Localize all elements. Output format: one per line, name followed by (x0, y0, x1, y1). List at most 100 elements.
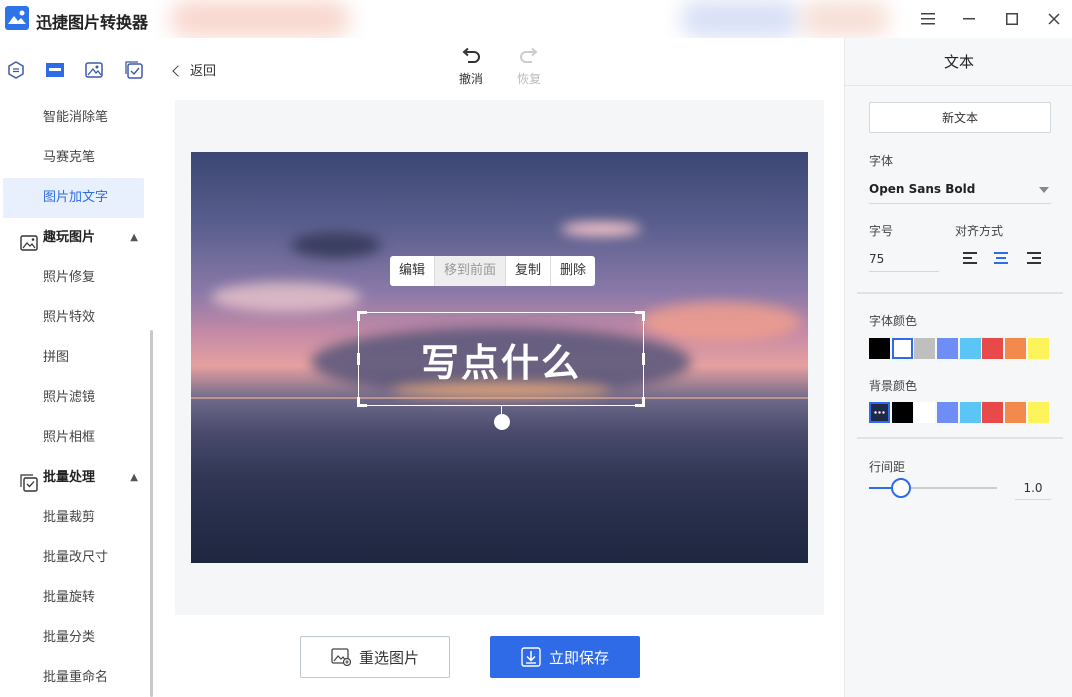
resize-handle[interactable] (357, 311, 367, 321)
new-text-button[interactable]: 新文本 (869, 102, 1051, 133)
align-left-icon[interactable] (963, 252, 979, 266)
font-color-swatch-blue[interactable] (937, 338, 959, 359)
maximize-icon[interactable] (1001, 8, 1023, 30)
app-title: 迅捷图片转换器 (36, 13, 149, 32)
line-spacing-value[interactable]: 1.0 (1015, 476, 1051, 500)
line-spacing-slider-handle[interactable] (891, 478, 911, 498)
picture-icon[interactable] (84, 60, 104, 80)
sidebar-tool-icons (0, 38, 154, 102)
sidebar-item-batch-rotate[interactable]: 批量旋转 (3, 578, 144, 618)
chevron-down-icon (1039, 187, 1049, 193)
batch-check-icon[interactable] (124, 60, 144, 80)
sidebar-item-batch-rename[interactable]: 批量重命名 (3, 658, 144, 697)
download-icon (521, 647, 541, 667)
sidebar-group-fun-images[interactable]: 趣玩图片 ▲ (0, 218, 150, 258)
image-edit-icon[interactable] (45, 60, 65, 80)
rotate-handle[interactable] (494, 414, 510, 430)
bg-color-label: 背景颜色 (869, 379, 918, 393)
minimize-icon[interactable] (958, 8, 980, 30)
bg-color-swatches (869, 402, 1051, 423)
save-label: 立即保存 (548, 648, 609, 667)
more-colors-icon[interactable] (869, 402, 890, 423)
blurred-region (170, 0, 350, 38)
redo-icon (520, 48, 538, 63)
sidebar-item-smart-eraser[interactable]: 智能消除笔 (3, 98, 144, 138)
sidebar-item-batch-classify[interactable]: 批量分类 (3, 618, 144, 658)
chevron-up-icon: ▲ (130, 472, 138, 483)
font-size-label: 字号 (869, 224, 894, 238)
title-bar: 迅捷图片转换器 (0, 0, 1072, 38)
reselect-image-button[interactable]: 重选图片 (300, 636, 450, 678)
font-color-swatch-white[interactable] (891, 338, 913, 359)
batch-icon (20, 469, 38, 492)
sidebar-item-batch-resize[interactable]: 批量改尺寸 (3, 538, 144, 578)
sidebar: 智能消除笔 马赛克笔 图片加文字 趣玩图片 ▲ 照片修复 照片特效 拼图 照片滤… (0, 38, 154, 697)
sidebar-item-collage[interactable]: 拼图 (3, 338, 144, 378)
resize-handle[interactable] (357, 353, 360, 365)
photo-cloud (291, 232, 381, 258)
bg-color-swatch-cyan[interactable] (959, 402, 981, 423)
bg-color-swatch-white[interactable] (914, 402, 936, 423)
undo-label: 撤消 (458, 72, 483, 86)
back-button[interactable]: 返回 (172, 60, 217, 79)
delete-menu-item[interactable]: 删除 (551, 256, 595, 286)
resize-handle[interactable] (635, 311, 645, 321)
font-color-swatch-gray[interactable] (914, 338, 936, 359)
font-color-swatch-black[interactable] (869, 338, 890, 359)
bg-color-swatch-orange[interactable] (1005, 402, 1027, 423)
bg-color-swatch-red[interactable] (982, 402, 1004, 423)
copy-menu-item[interactable]: 复制 (506, 256, 552, 286)
blurred-region (680, 0, 800, 38)
photo-cloud (561, 222, 641, 236)
resize-handle[interactable] (635, 397, 645, 407)
bring-front-menu-item[interactable]: 移到前面 (435, 256, 507, 286)
sidebar-item-photo-effects[interactable]: 照片特效 (3, 298, 144, 338)
image-icon (331, 648, 351, 666)
sidebar-group-label: 批量处理 (43, 470, 96, 485)
font-color-swatch-orange[interactable] (1005, 338, 1027, 359)
close-icon[interactable] (1043, 8, 1065, 30)
bg-color-swatch-yellow[interactable] (1027, 402, 1049, 423)
sidebar-scrollbar[interactable] (150, 330, 153, 697)
align-center-icon[interactable] (994, 252, 1010, 266)
font-select[interactable]: Open Sans Bold (869, 176, 1051, 204)
sidebar-item-photo-filter[interactable]: 照片滤镜 (3, 378, 144, 418)
bg-color-swatch-black[interactable] (891, 402, 913, 423)
back-label: 返回 (190, 64, 217, 79)
edit-menu-item[interactable]: 编辑 (390, 256, 436, 286)
text-properties-panel: 文本 新文本 字体 Open Sans Bold 字号 对齐方式 75 字体颜色… (844, 38, 1072, 697)
font-value: Open Sans Bold (869, 182, 976, 196)
font-color-swatch-cyan[interactable] (959, 338, 981, 359)
canvas-area: 编辑 移到前面 复制 删除 写点什么 (175, 100, 824, 615)
sidebar-item-photo-repair[interactable]: 照片修复 (3, 258, 144, 298)
save-now-button[interactable]: 立即保存 (490, 636, 640, 678)
sidebar-group-batch[interactable]: 批量处理 ▲ (0, 458, 150, 498)
undo-icon (462, 48, 480, 63)
overlay-text: 写点什么 (420, 340, 581, 385)
align-right-icon[interactable] (1027, 252, 1043, 266)
app-logo-icon (5, 6, 29, 30)
line-spacing-label: 行间距 (869, 460, 906, 474)
font-color-label: 字体颜色 (869, 314, 918, 328)
menu-icon[interactable] (917, 8, 939, 30)
main-editor: 返回 撤消 恢复 编辑 移到前面 复制 删除 写点什么 重选图片 立即保存 (154, 38, 844, 697)
convert-icon[interactable] (6, 60, 26, 80)
fun-image-icon (20, 229, 38, 251)
font-color-swatch-yellow[interactable] (1027, 338, 1049, 359)
sidebar-item-photo-frame[interactable]: 照片相框 (3, 418, 144, 458)
sidebar-item-add-text[interactable]: 图片加文字 (3, 178, 144, 218)
align-label: 对齐方式 (955, 224, 1004, 238)
resize-handle[interactable] (357, 397, 367, 407)
sidebar-item-mosaic[interactable]: 马赛克笔 (3, 138, 144, 178)
sidebar-item-batch-crop[interactable]: 批量裁剪 (3, 498, 144, 538)
sidebar-group-label: 趣玩图片 (43, 230, 96, 245)
edited-photo[interactable]: 编辑 移到前面 复制 删除 写点什么 (191, 152, 808, 563)
font-size-input[interactable]: 75 (869, 246, 939, 272)
panel-title: 文本 (845, 38, 1072, 86)
undo-button[interactable]: 撤消 (451, 48, 491, 87)
font-color-swatch-red[interactable] (982, 338, 1004, 359)
bg-color-swatch-blue[interactable] (937, 402, 959, 423)
text-overlay-box[interactable]: 写点什么 (357, 311, 645, 407)
redo-button[interactable]: 恢复 (509, 48, 549, 87)
resize-handle[interactable] (642, 353, 645, 365)
